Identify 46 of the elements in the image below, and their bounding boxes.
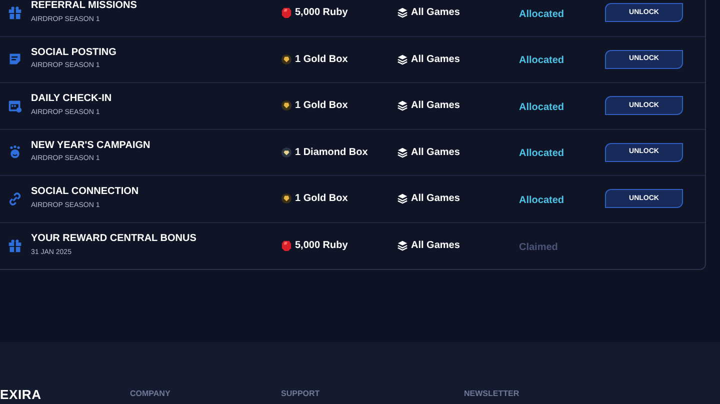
layers-icon [397, 146, 408, 158]
treasure-icon [281, 100, 292, 112]
game-text: All Games [411, 99, 460, 114]
gift-icon [8, 238, 22, 253]
gift-icon [8, 6, 22, 20]
layers-icon [397, 7, 408, 18]
status-text: Claimed [519, 242, 558, 253]
layers-icon [397, 193, 408, 204]
ruby-icon [281, 7, 292, 18]
footer-heading: SUPPORT [281, 389, 320, 398]
calendar-icon [8, 98, 22, 113]
layers-icon [397, 54, 408, 65]
treasure-icon [281, 54, 292, 65]
footer-heading: COMPANY [130, 389, 170, 398]
reward-text: 1 Diamond Box [295, 146, 368, 160]
mission-title: SOCIAL CONNECTION [31, 186, 140, 199]
mission-title: NEW YEAR'S CAMPAIGN [31, 140, 152, 152]
reward-text: 5,000 Ruby [295, 6, 348, 20]
game-text: All Games [411, 239, 460, 254]
mission-title: SOCIAL POSTING [31, 46, 118, 60]
game-text: All Games [411, 146, 460, 160]
mission-title: YOUR REWARD CENTRAL BONUS [31, 233, 198, 246]
status-text: Allocated [519, 102, 564, 113]
layers-icon [397, 100, 408, 112]
game-text: All Games [411, 6, 460, 20]
reward-text: 1 Gold Box [295, 192, 348, 206]
reward-text: 5,000 Ruby [295, 239, 348, 254]
gem-box-icon [281, 146, 292, 158]
reward-text: 1 Gold Box [295, 52, 348, 67]
note-icon [8, 52, 22, 66]
layers-icon [397, 240, 408, 252]
game-text: All Games [411, 192, 460, 206]
mission-title: DAILY CHECK-IN [31, 93, 113, 106]
status-text: Allocated [519, 194, 564, 206]
footer-heading: NEWSLETTER [464, 389, 520, 398]
status-text: Allocated [519, 8, 564, 20]
link-icon [8, 192, 22, 206]
logo-text: EXIRA [0, 387, 42, 402]
game-text: All Games [411, 52, 460, 67]
mission-title: REFERRAL MISSIONS [31, 0, 138, 13]
reward-text: 1 Gold Box [295, 99, 348, 114]
status-text: Allocated [519, 55, 564, 66]
status-text: Allocated [519, 148, 564, 160]
ruby-icon [281, 240, 292, 252]
smiley-icon [8, 145, 22, 160]
treasure-icon [281, 193, 292, 204]
